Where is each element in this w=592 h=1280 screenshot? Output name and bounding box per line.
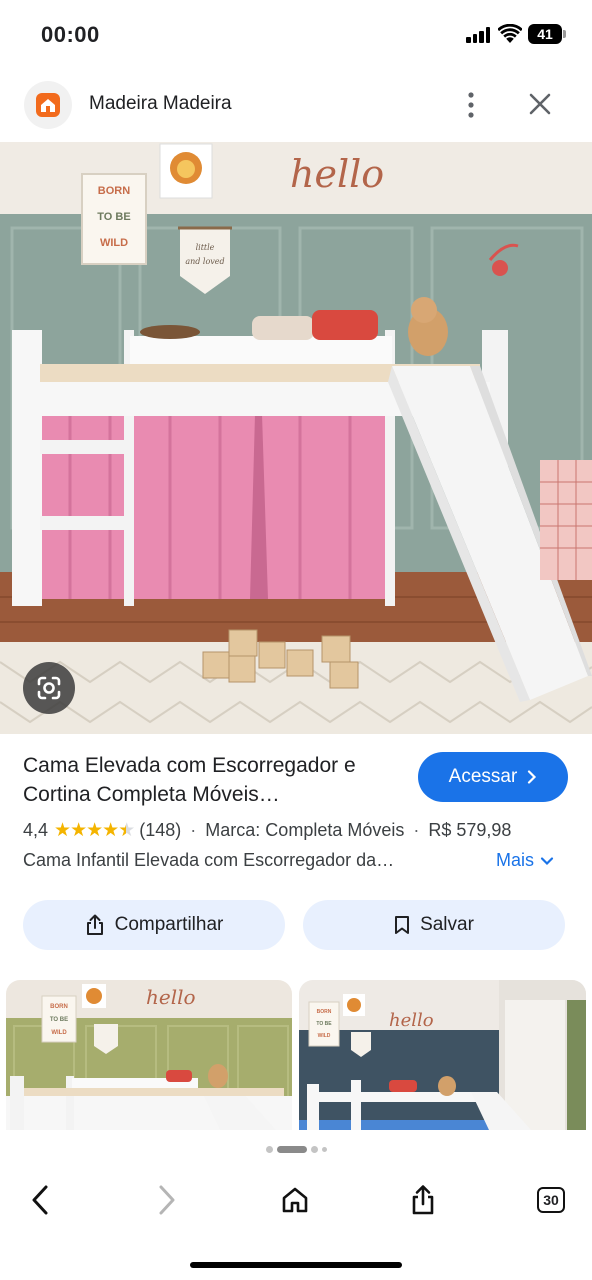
site-header: Madeira Madeira [0,76,592,136]
product-image[interactable]: hello BORN TO BE WILD little and loved [0,142,592,734]
svg-text:BORN: BORN [50,1004,68,1010]
svg-text:TO BE: TO BE [50,1017,68,1023]
svg-text:WILD: WILD [100,237,128,249]
price: R$ 579,98 [428,819,512,840]
chevron-down-icon [540,856,554,865]
status-bar: 00:00 41 [0,0,592,70]
save-button[interactable]: Salvar [303,900,565,950]
tabs-button[interactable]: 30 [531,1182,571,1218]
status-time: 00:00 [41,22,100,47]
tabs-count: 30 [537,1187,565,1213]
share-button[interactable]: Compartilhar [23,900,285,950]
svg-text:TO BE: TO BE [316,1021,332,1027]
related-image-1[interactable]: hello BORN TO BE WILD [6,980,292,1130]
star-half-icon: ★ [118,819,135,841]
battery-level: 41 [528,24,562,44]
brand-label: Marca: Completa Móveis [205,819,405,840]
thumb1-hello-text: hello [146,985,196,1009]
share-button-label: Compartilhar [114,914,224,935]
access-button-label: Acessar [448,766,518,787]
star-icon: ★ [54,819,71,841]
star-icon: ★ [70,819,87,841]
back-arrow-icon [32,1185,48,1215]
related-image-2[interactable]: hello BORN TO BE WILD [299,980,586,1130]
review-count: (148) [139,819,182,840]
home-indicator[interactable] [190,1262,402,1268]
related-image-1-photo: hello BORN TO BE WILD [6,980,292,1130]
page-dot-active [276,1146,307,1153]
chevron-right-icon [528,770,537,784]
share-icon [86,914,103,935]
back-button[interactable] [20,1182,60,1218]
image-pagination [0,1146,592,1153]
forward-arrow-icon [159,1185,175,1215]
save-button-label: Salvar [420,914,474,935]
house-logo-icon [36,93,60,117]
svg-text:little: little [196,243,215,252]
product-title[interactable]: Cama Elevada com Escorregador e Cortina … [23,751,403,809]
svg-text:TO BE: TO BE [97,211,130,223]
forward-button[interactable] [147,1182,187,1218]
cellular-signal-icon [466,27,492,43]
loft-bed-photo: hello BORN TO BE WILD little and loved [0,142,592,734]
battery-indicator: 41 [528,24,566,44]
page-dot [310,1146,318,1153]
home-button[interactable] [275,1182,315,1218]
svg-text:WILD: WILD [318,1033,331,1039]
product-meta-row: 4,4 ★ ★ ★ ★ ★ (148) · Marca: Completa Mó… [23,817,583,843]
google-lens-button[interactable] [23,662,75,714]
access-button[interactable]: Acessar [418,752,568,802]
svg-text:BORN: BORN [98,185,130,197]
toolbar-share-button[interactable] [403,1182,443,1218]
thumb2-hello-text: hello [389,1010,434,1031]
home-icon [282,1187,308,1213]
star-icon: ★ [86,819,103,841]
separator-dot: · [413,819,420,840]
product-description: Cama Infantil Elevada com Escorregador d… [23,850,395,870]
svg-text:and loved: and loved [185,257,224,266]
site-name: Madeira Madeira [89,93,232,114]
madeira-house-logo[interactable] [24,81,72,129]
close-icon[interactable] [524,90,556,120]
more-vert-icon[interactable] [458,90,484,120]
svg-text:WILD: WILD [51,1030,67,1036]
page-dot [265,1146,273,1153]
share-icon [412,1185,434,1215]
rating-value: 4,4 [23,819,49,840]
more-link-label: Mais [496,850,535,870]
more-link[interactable]: Mais [496,850,554,871]
hello-wall-letters: hello [290,152,384,196]
browser-toolbar: 30 [0,1170,592,1230]
svg-text:BORN: BORN [317,1009,332,1015]
bookmark-icon [395,916,410,934]
google-lens-icon [37,676,61,700]
related-image-2-photo: hello BORN TO BE WILD [299,980,586,1130]
star-icon: ★ [102,819,119,841]
separator-dot: · [190,819,197,840]
wifi-icon [498,24,522,43]
rating-stars: ★ ★ ★ ★ ★ [54,819,135,842]
page-dot [321,1147,327,1152]
